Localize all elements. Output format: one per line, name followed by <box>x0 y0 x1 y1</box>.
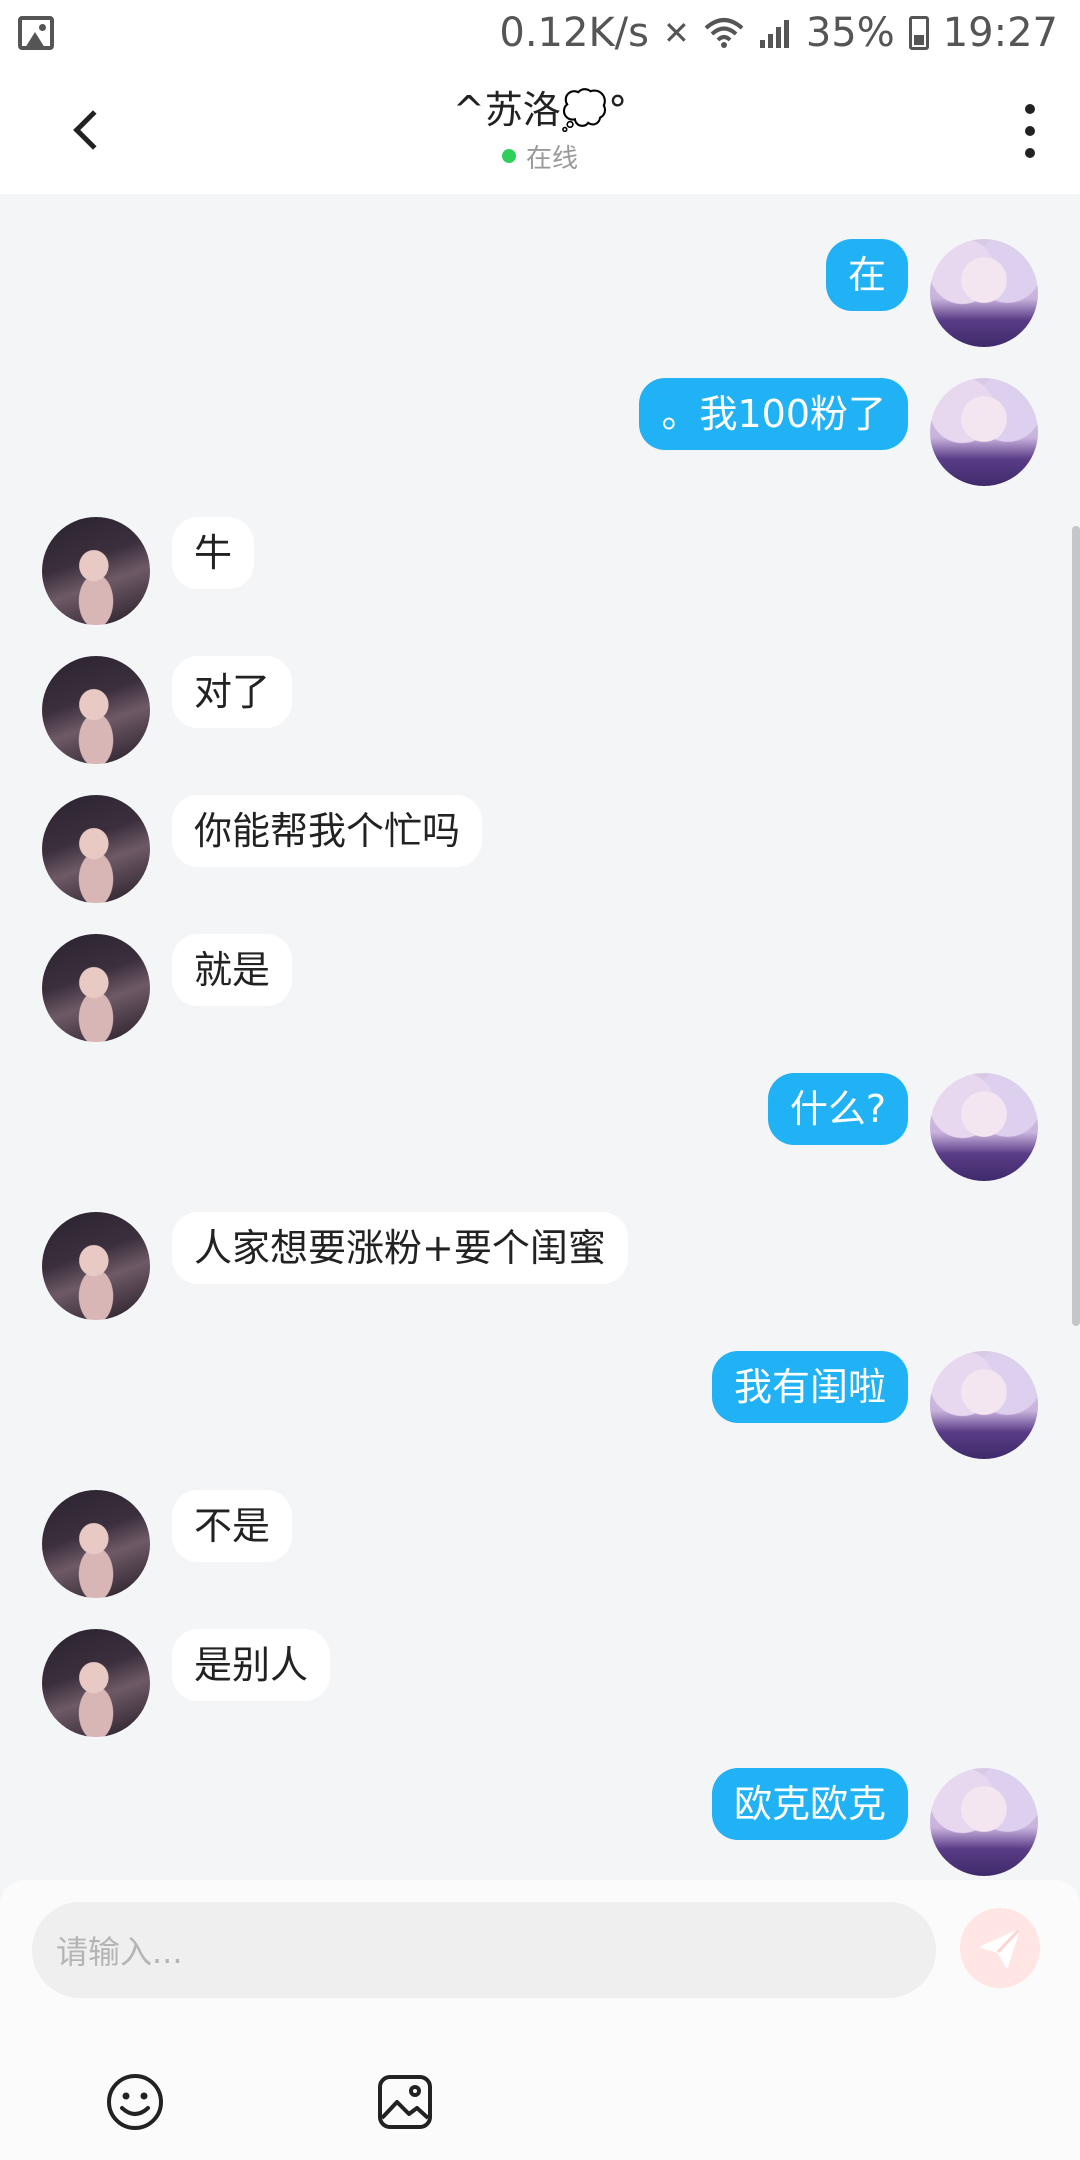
message-row: 牛 <box>42 517 255 625</box>
contact-avatar[interactable] <box>42 795 150 903</box>
my-avatar[interactable] <box>930 378 1038 486</box>
wifi-icon <box>704 18 744 48</box>
incoming-message-bubble[interactable]: 不是 <box>172 1490 293 1562</box>
chevron-left-icon <box>73 110 113 150</box>
contact-avatar[interactable] <box>42 517 150 625</box>
message-row: 就是 <box>42 934 293 1042</box>
status-bar: 0.12K/s ✕ 35% 19:27 <box>0 0 1080 66</box>
incoming-message-bubble[interactable]: 牛 <box>172 517 255 589</box>
outgoing-message-bubble[interactable]: 我有闺啦 <box>711 1351 908 1423</box>
chat-title: ^苏洛💭° <box>452 87 628 132</box>
message-row: 不是 <box>42 1490 293 1598</box>
battery-percent: 35% <box>805 10 895 56</box>
outgoing-message-bubble[interactable]: 在 <box>825 239 908 311</box>
more-vertical-icon <box>1025 104 1035 114</box>
contact-avatar[interactable] <box>42 1629 150 1737</box>
contact-avatar[interactable] <box>42 934 150 1042</box>
message-input-placeholder: 请输入... <box>56 1933 183 1971</box>
message-row: 。我100粉了 <box>639 378 1038 486</box>
send-icon <box>980 1928 1021 1968</box>
message-list[interactable]: 在 。我100粉了 牛 对了 你能帮我个忙吗 就是 什么? 人家想要涨粉+要个闺… <box>0 194 1080 1880</box>
my-avatar[interactable] <box>930 1351 1038 1459</box>
contact-avatar[interactable] <box>42 656 150 764</box>
outgoing-message-bubble[interactable]: 欧克欧克 <box>711 1768 908 1840</box>
emoji-icon[interactable] <box>105 2072 165 2132</box>
presence-status: 在线 <box>453 138 627 175</box>
contact-avatar[interactable] <box>42 1212 150 1320</box>
message-row: 我有闺啦 <box>711 1351 1038 1459</box>
incoming-message-bubble[interactable]: 你能帮我个忙吗 <box>172 795 483 867</box>
chat-title-block: ^苏洛💭° 在线 <box>453 86 627 175</box>
message-row: 欧克欧克 <box>711 1768 1038 1876</box>
signal-icon <box>759 20 789 48</box>
outgoing-message-bubble[interactable]: 什么? <box>767 1073 908 1145</box>
scrollbar[interactable] <box>1072 526 1080 1326</box>
clock: 19:27 <box>942 10 1058 56</box>
composer: 请输入... <box>0 1880 1080 2160</box>
image-icon[interactable] <box>375 2072 435 2132</box>
my-avatar[interactable] <box>930 1073 1038 1181</box>
back-button[interactable] <box>60 102 116 158</box>
network-speed: 0.12K/s <box>499 10 649 56</box>
incoming-message-bubble[interactable]: 对了 <box>172 656 293 728</box>
message-row: 你能帮我个忙吗 <box>42 795 483 903</box>
message-row: 对了 <box>42 656 293 764</box>
presence-text: 在线 <box>525 143 578 174</box>
mute-icon: ✕ <box>663 14 690 52</box>
chat-header: ^苏洛💭° 在线 <box>0 66 1080 194</box>
send-button[interactable] <box>960 1908 1040 1988</box>
online-dot-icon <box>501 149 516 163</box>
contact-avatar[interactable] <box>42 1490 150 1598</box>
message-row: 人家想要涨粉+要个闺蜜 <box>42 1212 628 1320</box>
incoming-message-bubble[interactable]: 人家想要涨粉+要个闺蜜 <box>172 1212 628 1284</box>
my-avatar[interactable] <box>930 1768 1038 1876</box>
message-row: 是别人 <box>42 1629 331 1737</box>
gallery-notification-icon <box>18 16 54 50</box>
message-row: 在 <box>825 239 1038 347</box>
battery-icon <box>908 16 929 50</box>
incoming-message-bubble[interactable]: 是别人 <box>172 1629 331 1701</box>
more-options-button[interactable] <box>1020 104 1040 158</box>
my-avatar[interactable] <box>930 239 1038 347</box>
message-row: 什么? <box>767 1073 1038 1181</box>
message-input[interactable]: 请输入... <box>32 1902 936 1998</box>
outgoing-message-bubble[interactable]: 。我100粉了 <box>639 378 908 450</box>
incoming-message-bubble[interactable]: 就是 <box>172 934 293 1006</box>
